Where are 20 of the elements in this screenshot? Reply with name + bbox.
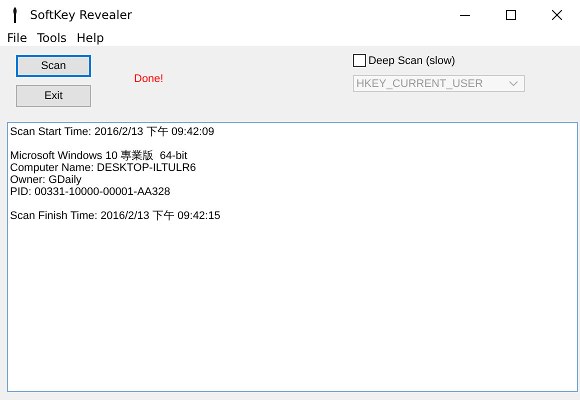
- maximize-icon[interactable]: [506, 10, 516, 20]
- output-line: Scan Finish Time: 2016/2/13 下午 09:42:15: [10, 210, 220, 222]
- menu-item[interactable]: Help: [76, 31, 106, 45]
- app-icon: [12, 7, 18, 23]
- output-line: Computer Name: DESKTOP-ILTULR6: [10, 162, 196, 174]
- menu-item[interactable]: File: [6, 31, 28, 45]
- output-line: Scan Start Time: 2016/2/13 下午 09:42:09: [10, 126, 214, 138]
- exit-button[interactable]: Exit: [16, 85, 91, 107]
- output-text-area[interactable]: Scan Start Time: 2016/2/13 下午 09:42:09 Microsoft Windows 10 專業版 64-bit Computer Name: DESKTOP-ILTULR6 Owner: GDaily PID: 00331-10000-00001-AA328 Scan Finish Time: 2016/2/13 下午 09:42:15: [7, 122, 578, 392]
- menu-item[interactable]: Tools: [36, 31, 68, 45]
- output-line: Microsoft Windows 10 專業版 64-bit: [10, 150, 188, 162]
- window-title: SoftKey Revealer: [30, 8, 132, 22]
- checkbox-label[interactable]: Deep Scan (slow): [368, 54, 456, 66]
- output-line: Owner: GDaily: [10, 174, 82, 186]
- scan-button[interactable]: Scan: [16, 55, 91, 77]
- checkbox[interactable]: [353, 54, 366, 67]
- status-text: Done!: [134, 73, 164, 85]
- close-icon[interactable]: [552, 10, 562, 20]
- output-line: PID: 00331-10000-00001-AA328: [10, 186, 170, 198]
- chevron-icon: [509, 81, 518, 86]
